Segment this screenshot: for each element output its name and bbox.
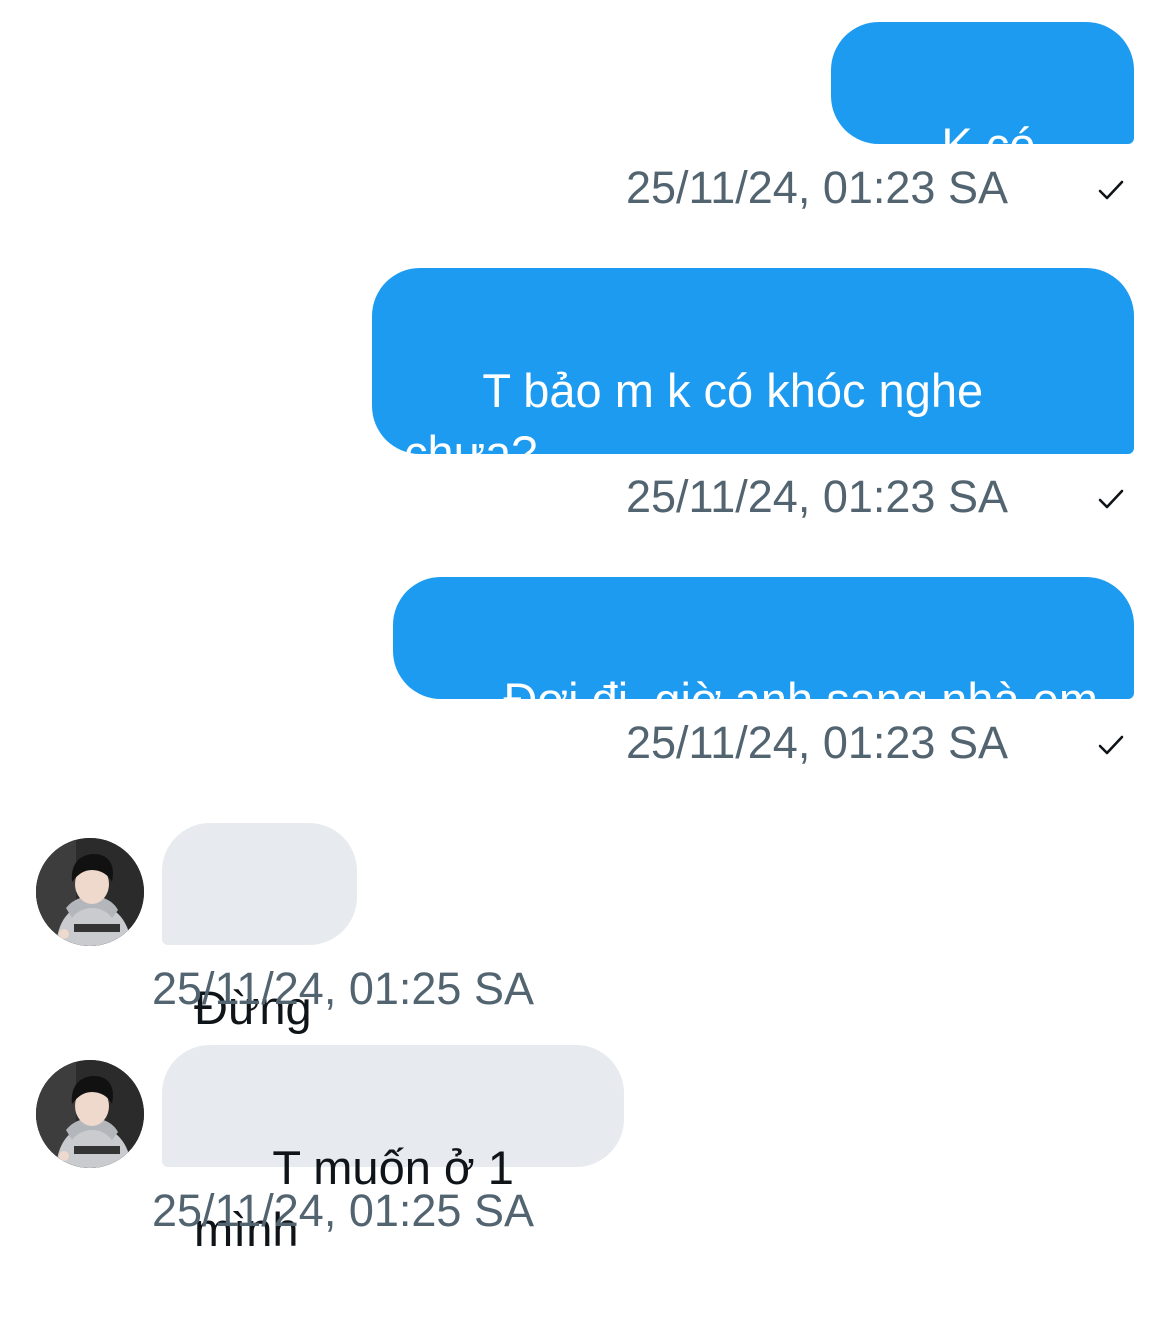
message-bubble[interactable]: T muốn ở 1 mình	[162, 1045, 624, 1256]
message-timestamp: 25/11/24, 01:25 SA	[152, 1183, 534, 1239]
message-thread: K có khóc 25/11/24, 01:23 SA T bảo m k c…	[0, 0, 1170, 1256]
avatar[interactable]	[36, 1060, 144, 1168]
timestamp-text: 25/11/24, 01:25 SA	[152, 1185, 534, 1236]
incoming-message: T muốn ở 1 mình 25/11/24, 01:25 SA	[0, 0, 1170, 1256]
